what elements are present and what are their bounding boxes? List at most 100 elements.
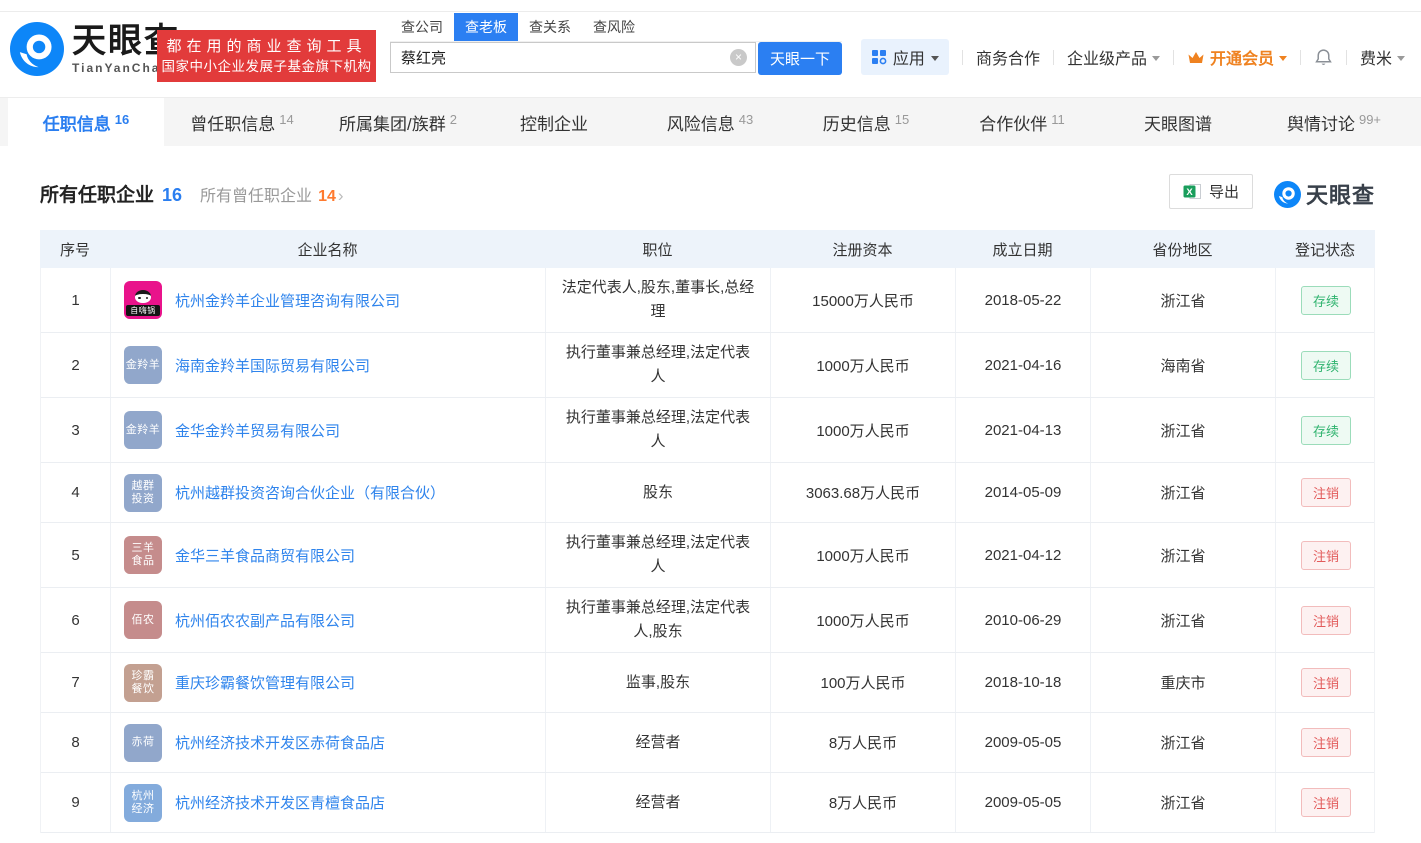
row-number: 6: [41, 588, 111, 652]
table-row: 3金羚羊金华金羚羊贸易有限公司执行董事兼总经理,法定代表人1000万人民币202…: [41, 398, 1374, 463]
company-link[interactable]: 金华三羊食品商贸有限公司: [175, 545, 355, 566]
established-date-cell: 2021-04-16: [956, 333, 1091, 397]
status-badge: 注销: [1301, 668, 1351, 697]
row-number: 8: [41, 713, 111, 772]
chevron-down-icon: [931, 56, 939, 61]
position-cell: 执行董事兼总经理,法定代表人: [546, 333, 771, 397]
nav-enterprise-products[interactable]: 企业级产品: [1067, 45, 1160, 69]
company-cell: 杭州经济杭州经济技术开发区青檀食品店: [111, 773, 546, 832]
page-tab-count: 16: [115, 112, 129, 127]
registered-capital-cell: 1000万人民币: [771, 398, 956, 462]
region-cell: 浙江省: [1091, 588, 1276, 652]
region-cell: 浙江省: [1091, 398, 1276, 462]
company-cell: 三羊食品金华三羊食品商贸有限公司: [111, 523, 546, 587]
slogan-banner: 都在用的商业查询工具 国家中小企业发展子基金旗下机构: [157, 30, 376, 82]
region-cell: 海南省: [1091, 333, 1276, 397]
column-header-company: 企业名称: [110, 230, 545, 268]
page-tab[interactable]: 所属集团/族群2: [320, 98, 476, 146]
search-area: 查公司查老板查关系查风险 × 天眼一下: [390, 16, 842, 75]
export-button[interactable]: X 导出: [1169, 174, 1253, 209]
table-row: 1自嗨锅杭州金羚羊企业管理咨询有限公司法定代表人,股东,董事长,总经理15000…: [41, 268, 1374, 333]
company-cell: 佰农杭州佰农农副产品有限公司: [111, 588, 546, 652]
page-tab[interactable]: 合作伙伴11: [944, 98, 1100, 146]
company-link[interactable]: 杭州经济技术开发区青檀食品店: [175, 792, 385, 813]
search-type-tab[interactable]: 查老板: [454, 13, 518, 41]
chevron-right-icon[interactable]: ›: [338, 186, 344, 206]
status-badge: 存续: [1301, 351, 1351, 380]
status-badge: 存续: [1301, 286, 1351, 315]
search-type-tab[interactable]: 查公司: [390, 13, 454, 41]
section-count: 16: [162, 185, 182, 206]
position-cell: 执行董事兼总经理,法定代表人,股东: [546, 588, 771, 652]
column-header-no: 序号: [40, 230, 110, 268]
former-positions-link[interactable]: 所有曾任职企业: [200, 182, 312, 206]
page-tab-count: 11: [1051, 112, 1065, 127]
status-badge: 注销: [1301, 788, 1351, 817]
page-tab-count: 14: [279, 112, 293, 127]
logo-text: 赤荷: [132, 736, 155, 749]
top-divider: [0, 11, 1421, 12]
page-tab[interactable]: 任职信息16: [8, 98, 164, 146]
search-type-tab[interactable]: 查关系: [518, 13, 582, 41]
search-input[interactable]: [390, 42, 756, 73]
notification-bell-icon[interactable]: [1314, 48, 1333, 67]
position-cell: 法定代表人,股东,董事长,总经理: [546, 268, 771, 332]
logo-text: 餐饮: [132, 683, 155, 696]
table-row: 5三羊食品金华三羊食品商贸有限公司执行董事兼总经理,法定代表人1000万人民币2…: [41, 523, 1374, 588]
page-tab-label: 历史信息: [823, 110, 891, 135]
section-header: 所有任职企业 16 所有曾任职企业 14 ›: [40, 180, 344, 207]
former-positions-count[interactable]: 14: [318, 188, 336, 206]
page-tab[interactable]: 舆情讨论99+: [1256, 98, 1412, 146]
nav-separator: [1300, 50, 1301, 65]
status-badge: 注销: [1301, 728, 1351, 757]
page-tab-label: 曾任职信息: [190, 110, 275, 135]
company-logo: 金羚羊: [124, 411, 162, 449]
company-link[interactable]: 杭州佰农农副产品有限公司: [175, 610, 355, 631]
clear-search-icon[interactable]: ×: [730, 49, 747, 66]
table-row: 6佰农杭州佰农农副产品有限公司执行董事兼总经理,法定代表人,股东1000万人民币…: [41, 588, 1374, 653]
slogan-line1: 都在用的商业查询工具: [157, 37, 376, 57]
page-tab[interactable]: 历史信息15: [788, 98, 944, 146]
page-tab-label: 舆情讨论: [1287, 110, 1355, 135]
position-cell: 股东: [546, 463, 771, 522]
nav-separator: [1173, 50, 1174, 65]
company-link[interactable]: 杭州经济技术开发区赤荷食品店: [175, 732, 385, 753]
status-cell: 存续: [1276, 333, 1376, 397]
export-label: 导出: [1209, 181, 1239, 202]
logo-text: 自嗨锅: [126, 305, 160, 316]
page-tab[interactable]: 天眼图谱: [1100, 98, 1256, 146]
company-link[interactable]: 杭州越群投资咨询合伙企业（有限合伙）: [175, 482, 445, 503]
status-badge: 存续: [1301, 416, 1351, 445]
established-date-cell: 2021-04-12: [956, 523, 1091, 587]
top-nav: 应用 商务合作 企业级产品 开通会员 费米: [861, 40, 1405, 74]
established-date-cell: 2014-05-09: [956, 463, 1091, 522]
row-number: 5: [41, 523, 111, 587]
company-link[interactable]: 金华金羚羊贸易有限公司: [175, 420, 340, 441]
table-row: 2金羚羊海南金羚羊国际贸易有限公司执行董事兼总经理,法定代表人1000万人民币2…: [41, 333, 1374, 398]
page-tab[interactable]: 控制企业: [476, 98, 632, 146]
search-type-tabs: 查公司查老板查关系查风险: [390, 16, 842, 42]
status-cell: 注销: [1276, 463, 1376, 522]
row-number: 1: [41, 268, 111, 332]
enterprise-label: 企业级产品: [1067, 45, 1147, 69]
vip-upgrade-button[interactable]: 开通会员: [1187, 45, 1287, 69]
nav-biz-cooperation[interactable]: 商务合作: [976, 45, 1040, 69]
company-logo: 越群投资: [124, 474, 162, 512]
established-date-cell: 2009-05-05: [956, 713, 1091, 772]
user-menu[interactable]: 费米: [1360, 45, 1405, 69]
nav-separator: [962, 50, 963, 65]
status-cell: 存续: [1276, 268, 1376, 332]
logo-text: 珍霸: [132, 670, 155, 683]
company-link[interactable]: 海南金羚羊国际贸易有限公司: [175, 355, 370, 376]
search-type-tab[interactable]: 查风险: [582, 13, 646, 41]
search-button[interactable]: 天眼一下: [758, 42, 842, 75]
apps-menu-button[interactable]: 应用: [861, 39, 949, 75]
established-date-cell: 2021-04-13: [956, 398, 1091, 462]
company-link[interactable]: 重庆珍霸餐饮管理有限公司: [175, 672, 355, 693]
logo-text: 食品: [132, 555, 155, 568]
page-tab[interactable]: 曾任职信息 14: [164, 98, 320, 146]
slogan-line2: 国家中小企业发展子基金旗下机构: [157, 57, 376, 76]
tianyancha-eye-icon: [10, 22, 64, 76]
company-link[interactable]: 杭州金羚羊企业管理咨询有限公司: [175, 290, 400, 311]
page-tab[interactable]: 风险信息43: [632, 98, 788, 146]
